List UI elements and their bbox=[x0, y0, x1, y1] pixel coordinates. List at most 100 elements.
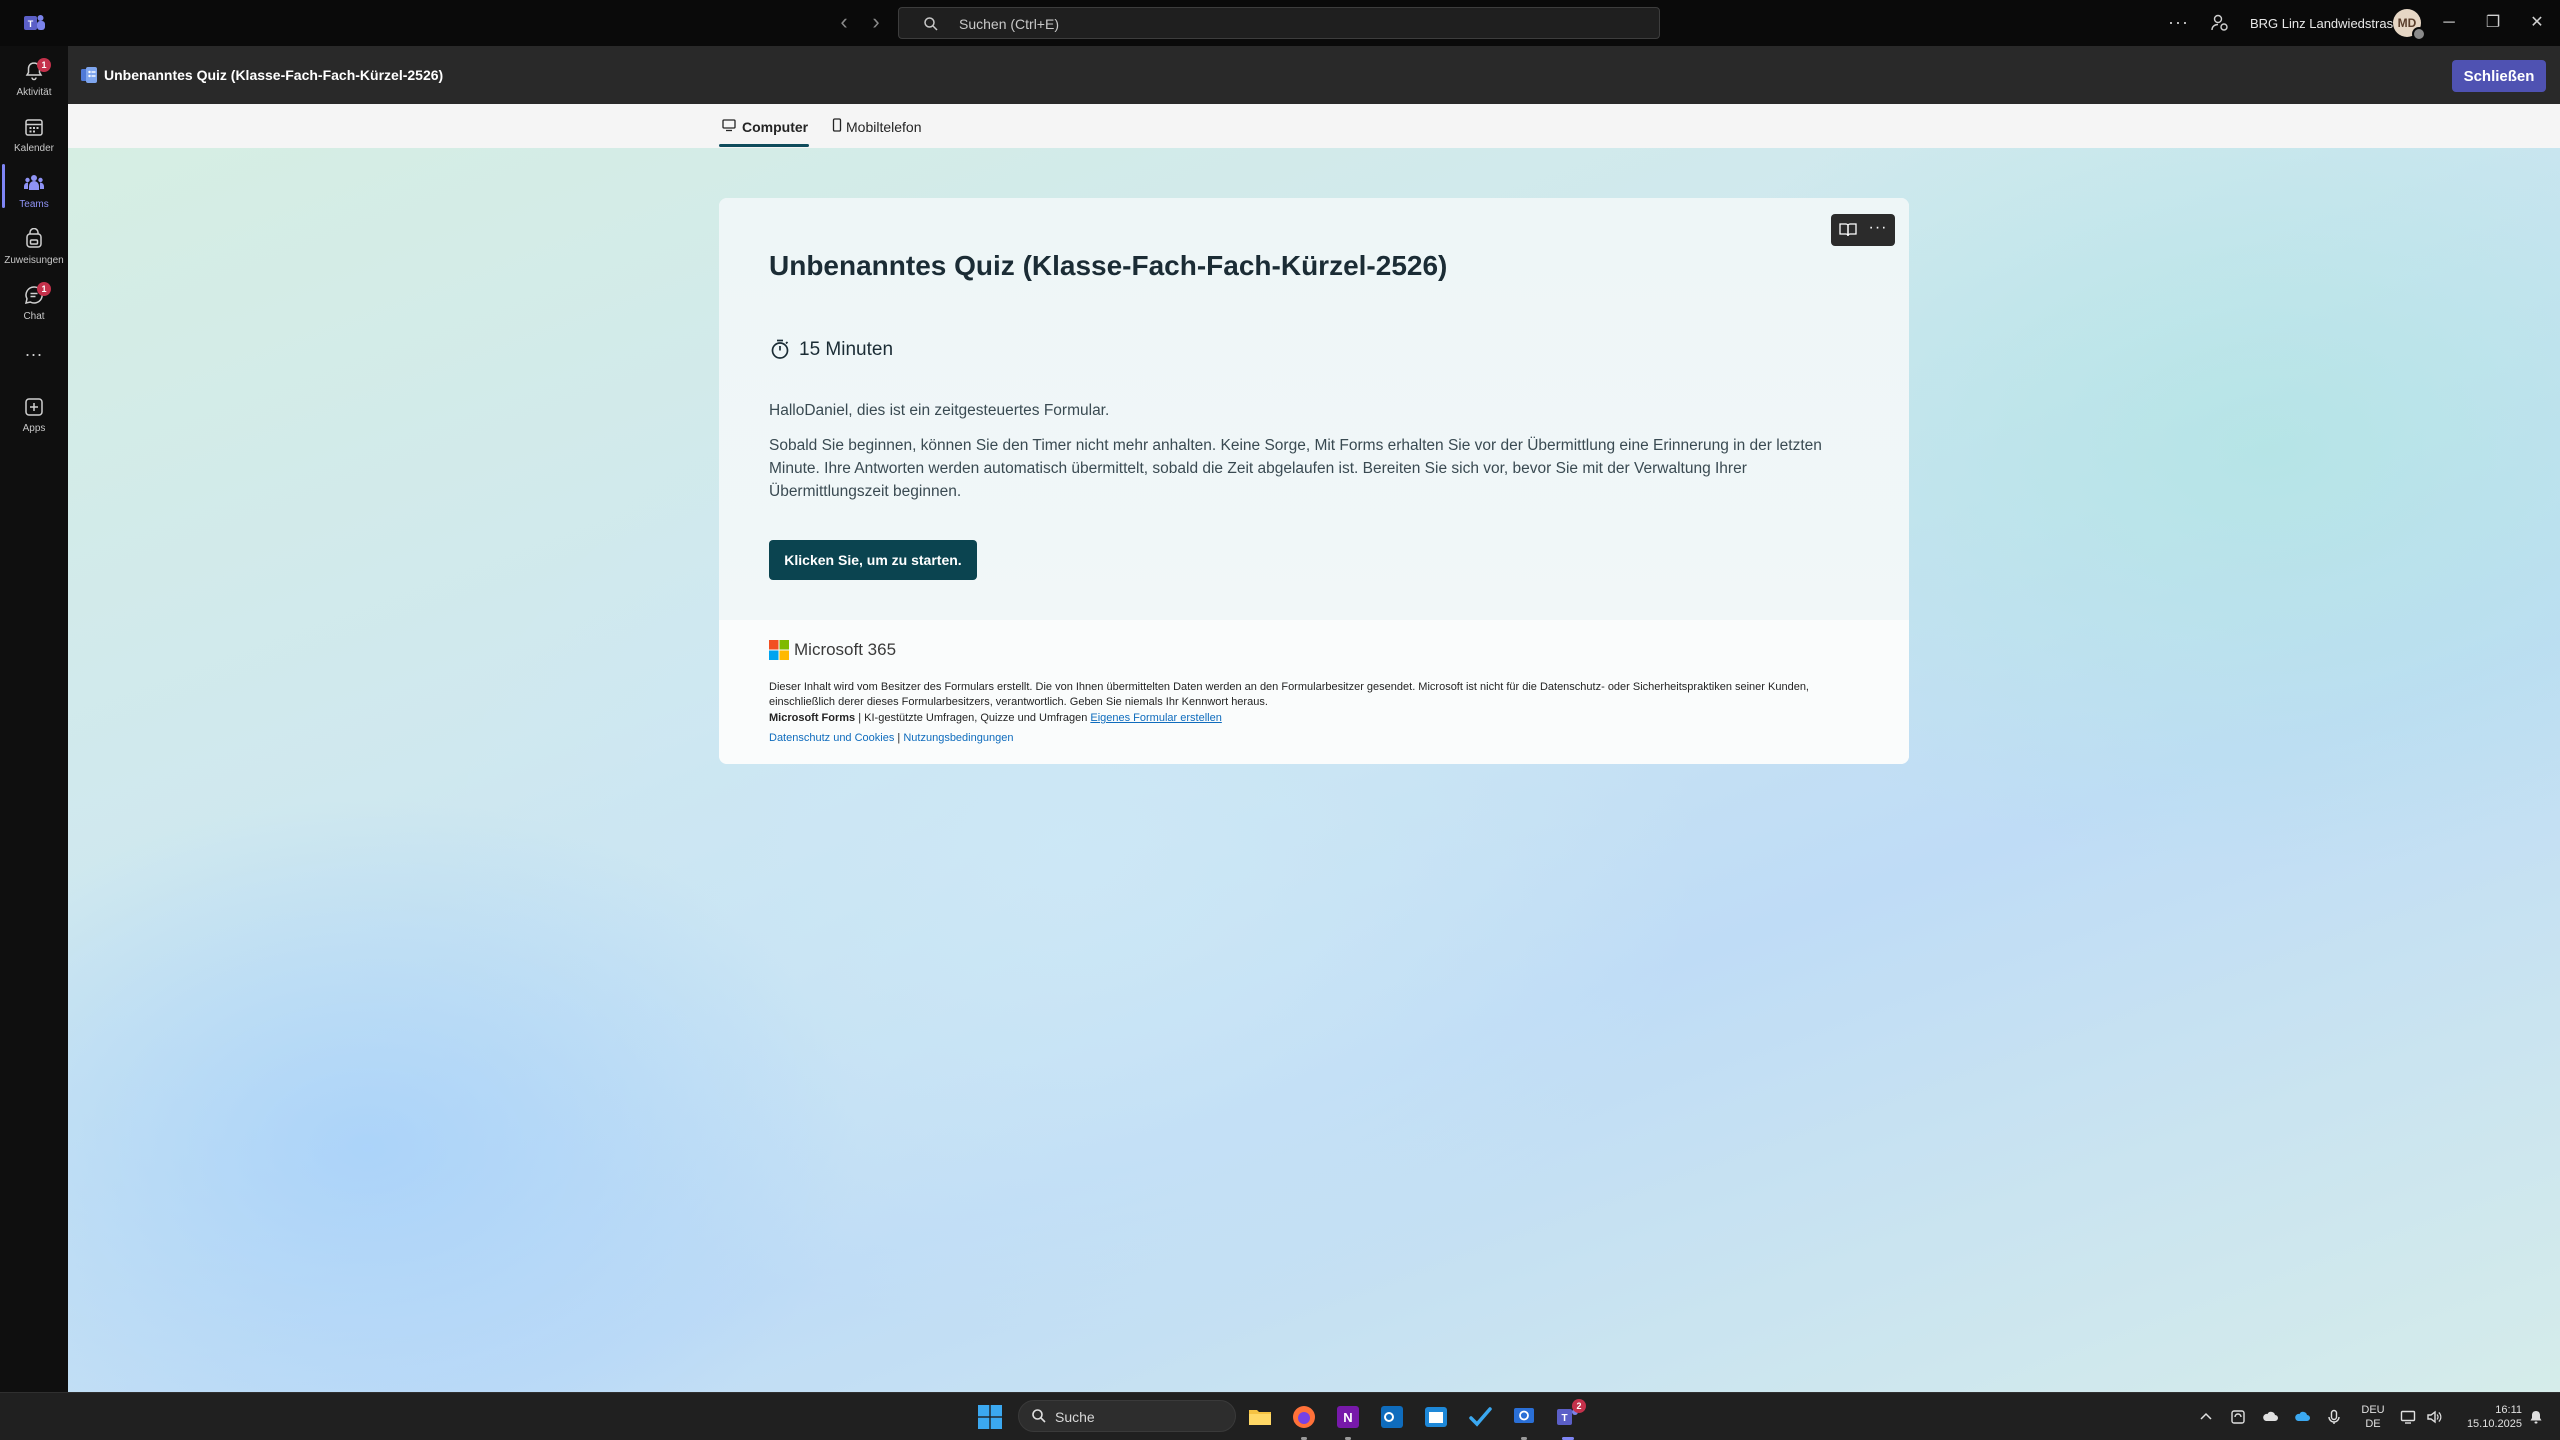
onedrive-white-icon[interactable] bbox=[2262, 1409, 2278, 1425]
rail-more-apps[interactable]: ... bbox=[0, 336, 68, 366]
forms-app-icon bbox=[81, 67, 97, 83]
back-arrow-icon[interactable]: ‹ bbox=[834, 11, 854, 34]
teams-taskbar-badge: 2 bbox=[1572, 1399, 1586, 1413]
close-button[interactable]: Schließen bbox=[2452, 60, 2546, 92]
rail-item-chat[interactable]: 1 Chat bbox=[0, 276, 68, 332]
restore-icon[interactable]: ❐ bbox=[2478, 10, 2508, 36]
taskbar-search-icon bbox=[1032, 1409, 1046, 1423]
more-icon: ... bbox=[24, 340, 43, 360]
stopwatch-icon bbox=[771, 339, 789, 359]
more-options-icon[interactable]: ··· bbox=[2168, 12, 2189, 33]
search-placeholder: Suchen (Ctrl+E) bbox=[959, 16, 1059, 32]
calendar-icon bbox=[25, 119, 43, 136]
disclaimer-text: Dieser Inhalt wird vom Besitzer des Form… bbox=[769, 681, 1809, 708]
language-code: DEU bbox=[2361, 1404, 2385, 1416]
outlook-icon bbox=[1381, 1406, 1403, 1428]
search-input[interactable]: Suchen (Ctrl+E) bbox=[898, 7, 1660, 39]
taskbar-search[interactable]: Suche bbox=[1018, 1400, 1236, 1432]
language-indicator[interactable]: DEU DE bbox=[2358, 1403, 2388, 1431]
checkmark-icon bbox=[1469, 1407, 1492, 1427]
taskbar-outlook[interactable] bbox=[1376, 1401, 1408, 1433]
rail-label-calendar: Kalender bbox=[13, 143, 55, 154]
rail-item-teams[interactable]: Teams bbox=[0, 164, 68, 220]
form-card-body: ··· Unbenanntes Quiz (Klasse-Fach-Fach-K… bbox=[719, 198, 1909, 620]
keyboard-layout: DE bbox=[2365, 1418, 2381, 1430]
form-card: ··· Unbenanntes Quiz (Klasse-Fach-Fach-K… bbox=[719, 198, 1909, 764]
quickassist-icon bbox=[1514, 1408, 1534, 1423]
network-icon[interactable] bbox=[2400, 1409, 2416, 1425]
teams-logo-icon: T bbox=[24, 15, 45, 30]
taskbar-onenote[interactable]: N bbox=[1332, 1401, 1364, 1440]
taskbar-file-explorer[interactable] bbox=[1244, 1401, 1276, 1433]
timer-description: Sobald Sie beginnen, können Sie den Time… bbox=[769, 437, 1822, 500]
clock-date: 15.10.2025 bbox=[2466, 1418, 2522, 1430]
rail-label-teams: Teams bbox=[19, 199, 49, 210]
close-window-icon[interactable]: ✕ bbox=[2522, 10, 2552, 36]
taskbar: Suche N T 2 DEU DE 16:11 15.10.2025 bbox=[0, 1392, 2560, 1440]
taskbar-quickassist[interactable] bbox=[1508, 1401, 1540, 1440]
left-rail: 1 Aktivität Kalender Teams Zuweisungen 1… bbox=[0, 46, 68, 1392]
svg-text:N: N bbox=[1343, 1410, 1352, 1425]
start-button[interactable]: Klicken Sie, um zu starten. bbox=[769, 540, 977, 580]
rail-item-apps[interactable]: Apps bbox=[0, 388, 68, 444]
notifications-bell-icon[interactable] bbox=[2528, 1409, 2544, 1425]
create-form-link[interactable]: Eigenes Formular erstellen bbox=[1090, 712, 1221, 724]
forms-tagline-line: Microsoft Forms | KI-gestützte Umfragen,… bbox=[769, 712, 1222, 724]
people-settings-icon[interactable] bbox=[2210, 13, 2230, 33]
rail-item-activity[interactable]: 1 Aktivität bbox=[0, 52, 68, 108]
legal-links: Datenschutz und Cookies | Nutzungsbeding… bbox=[769, 732, 1013, 744]
taskbar-todo[interactable] bbox=[1464, 1401, 1496, 1433]
immersive-reader-icon[interactable] bbox=[1839, 222, 1857, 238]
rail-item-calendar[interactable]: Kalender bbox=[0, 108, 68, 164]
rail-label-apps: Apps bbox=[22, 423, 46, 434]
taskbar-search-label: Suche bbox=[1055, 1409, 1095, 1425]
sync-icon[interactable] bbox=[2230, 1409, 2246, 1425]
privacy-link[interactable]: Datenschutz und Cookies bbox=[769, 732, 894, 744]
phone-icon bbox=[832, 118, 842, 132]
tab-label-computer: Computer bbox=[742, 119, 809, 135]
presence-status-icon bbox=[2412, 27, 2426, 41]
tab-label-mobile: Mobiltelefon bbox=[846, 119, 922, 135]
volume-icon[interactable] bbox=[2426, 1409, 2442, 1425]
microphone-icon[interactable] bbox=[2326, 1409, 2342, 1425]
duration-label: 15 Minuten bbox=[799, 339, 894, 360]
svg-text:T: T bbox=[1561, 1413, 1567, 1424]
taskbar-firefox[interactable] bbox=[1288, 1401, 1320, 1440]
taskbar-teams[interactable]: T 2 bbox=[1552, 1399, 1586, 1440]
add-app-icon bbox=[25, 398, 43, 416]
rail-label-chat: Chat bbox=[23, 311, 45, 322]
terms-link[interactable]: Nutzungsbedingungen bbox=[903, 732, 1013, 744]
greeting-text: HalloDaniel, dies ist ein zeitgesteuerte… bbox=[769, 402, 1110, 419]
forward-arrow-icon[interactable]: › bbox=[866, 11, 886, 34]
rail-label-activity: Aktivität bbox=[16, 87, 52, 98]
firefox-icon bbox=[1293, 1406, 1315, 1428]
taskbar-calendar-app[interactable] bbox=[1420, 1401, 1452, 1433]
tab-computer[interactable]: Computer bbox=[722, 104, 812, 148]
chevron-up-icon[interactable] bbox=[2198, 1409, 2214, 1425]
windows-start-icon[interactable] bbox=[978, 1405, 1002, 1429]
org-name[interactable]: BRG Linz Landwiedstrasse bbox=[2250, 16, 2407, 31]
onedrive-blue-icon[interactable] bbox=[2294, 1409, 2310, 1425]
svg-text:T: T bbox=[28, 19, 34, 29]
device-tab-bar: Computer Mobiltelefon bbox=[68, 104, 2560, 148]
rail-label-assignments: Zuweisungen bbox=[4, 255, 64, 266]
backpack-icon bbox=[26, 228, 42, 248]
monitor-icon bbox=[722, 119, 736, 132]
form-footer: Microsoft 365 Dieser Inhalt wird vom Bes… bbox=[719, 620, 1909, 764]
tab-mobile[interactable]: Mobiltelefon bbox=[830, 104, 940, 148]
teams-icon bbox=[24, 175, 44, 190]
card-toolbar: ··· bbox=[1831, 214, 1895, 246]
folder-icon bbox=[1249, 1410, 1271, 1425]
page-title: Unbenanntes Quiz (Klasse-Fach-Fach-Kürze… bbox=[104, 67, 444, 83]
calendar-app-icon bbox=[1425, 1407, 1447, 1427]
microsoft-365-brand: Microsoft 365 bbox=[794, 640, 897, 659]
forms-name: Microsoft Forms bbox=[769, 712, 856, 724]
minimize-icon[interactable]: ─ bbox=[2434, 10, 2464, 36]
microsoft-logo-icon bbox=[769, 640, 789, 660]
system-clock[interactable]: 16:11 15.10.2025 bbox=[2452, 1403, 2522, 1431]
title-bar: T ‹ › Suchen (Ctrl+E) ··· BRG Linz Landw… bbox=[0, 0, 2560, 46]
rail-item-assignments[interactable]: Zuweisungen bbox=[0, 220, 68, 276]
chat-badge: 1 bbox=[37, 282, 51, 296]
card-more-icon[interactable]: ··· bbox=[1867, 219, 1889, 237]
quiz-title: Unbenanntes Quiz (Klasse-Fach-Fach-Kürze… bbox=[769, 250, 1448, 281]
